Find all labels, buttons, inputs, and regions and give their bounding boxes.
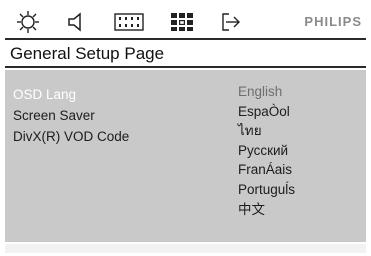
- option-portugues[interactable]: Portuguĺs: [238, 180, 295, 200]
- top-toolbar: PHILIPS: [5, 5, 366, 39]
- speaker-audio-icon[interactable]: [60, 5, 94, 39]
- dvd-setup-screen: PHILIPS General Setup Page OSD Lang Scre…: [0, 0, 371, 256]
- bottom-strip: [5, 244, 366, 253]
- gear-settings-icon[interactable]: [11, 5, 45, 39]
- option-thai[interactable]: ไทย: [238, 121, 295, 141]
- language-options: English EspaÒol ไทย Русский FranÁais Por…: [238, 82, 295, 219]
- option-russian[interactable]: Русский: [238, 141, 295, 161]
- option-francais[interactable]: FranÁais: [238, 160, 295, 180]
- exit-arrow-icon[interactable]: [214, 5, 248, 39]
- grid-preference-icon[interactable]: [164, 5, 200, 39]
- option-english[interactable]: English: [238, 82, 295, 102]
- option-chinese[interactable]: 中文: [238, 200, 295, 220]
- title-divider: [5, 66, 366, 68]
- page-title: General Setup Page: [10, 44, 165, 63]
- toolbar-divider: [5, 38, 366, 40]
- brand-logo: PHILIPS: [304, 14, 362, 29]
- option-espanol[interactable]: EspaÒol: [238, 102, 295, 122]
- menu-item-screen-saver[interactable]: Screen Saver: [13, 105, 129, 126]
- setup-menu: OSD Lang Screen Saver DivX(R) VOD Code: [13, 84, 129, 147]
- filmstrip-video-icon[interactable]: [109, 5, 149, 39]
- menu-item-osd-lang[interactable]: OSD Lang: [13, 84, 129, 105]
- menu-item-divx-vod-code[interactable]: DivX(R) VOD Code: [13, 126, 129, 147]
